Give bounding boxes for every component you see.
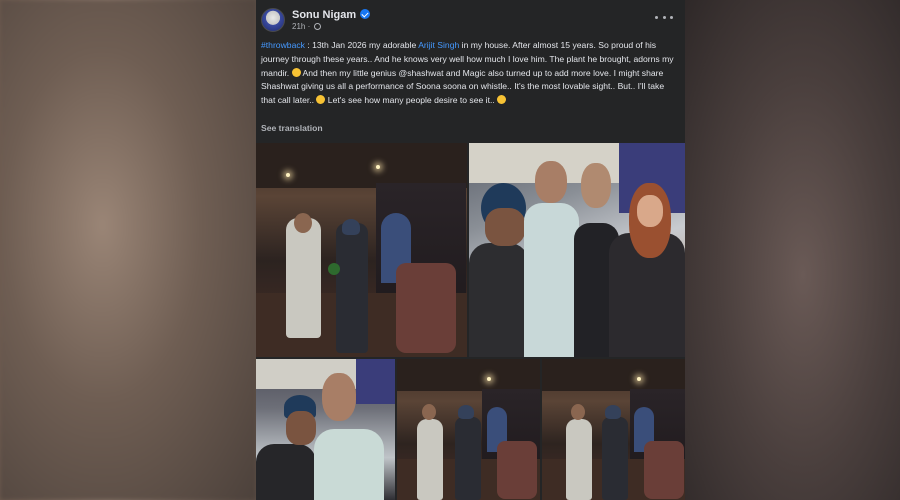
blurred-background-right: [684, 0, 900, 500]
facebook-post-card: Sonu Nigam 21h · #throwback : 13th Jan 2…: [256, 0, 685, 500]
post-meta: 21h ·: [292, 22, 322, 31]
hashtag-link[interactable]: #throwback: [261, 40, 305, 50]
post-photo-1[interactable]: [256, 143, 467, 357]
globe-icon: [314, 23, 322, 30]
see-translation-link[interactable]: See translation: [261, 123, 323, 133]
smile-emoji-icon: [497, 95, 507, 105]
mention-link[interactable]: Arijit Singh: [418, 40, 459, 50]
author-avatar[interactable]: [261, 8, 285, 32]
dot-icon: [655, 15, 658, 19]
post-timestamp[interactable]: 21h: [292, 22, 305, 31]
caption-text-4: Let's see how many people desire to see …: [325, 95, 498, 106]
caption-text-1: : 13th Jan 2026 my adorable: [304, 40, 419, 50]
post-photo-5[interactable]: [542, 359, 685, 500]
smile-emoji-icon: [291, 67, 301, 77]
blurred-background-left: [0, 0, 256, 500]
verified-badge-icon: [360, 9, 371, 19]
post-photo-2[interactable]: [469, 143, 685, 357]
post-caption: #throwback : 13th Jan 2026 my adorable A…: [261, 39, 675, 108]
more-options-button[interactable]: [655, 10, 673, 24]
post-photo-4[interactable]: [397, 359, 540, 500]
author-name[interactable]: Sonu Nigam: [292, 9, 356, 21]
dot-icon: [670, 15, 673, 19]
post-header: Sonu Nigam 21h ·: [256, 0, 685, 36]
author-name-row: Sonu Nigam: [292, 9, 371, 21]
dot-icon: [662, 15, 666, 19]
post-photo-3[interactable]: [256, 359, 395, 500]
